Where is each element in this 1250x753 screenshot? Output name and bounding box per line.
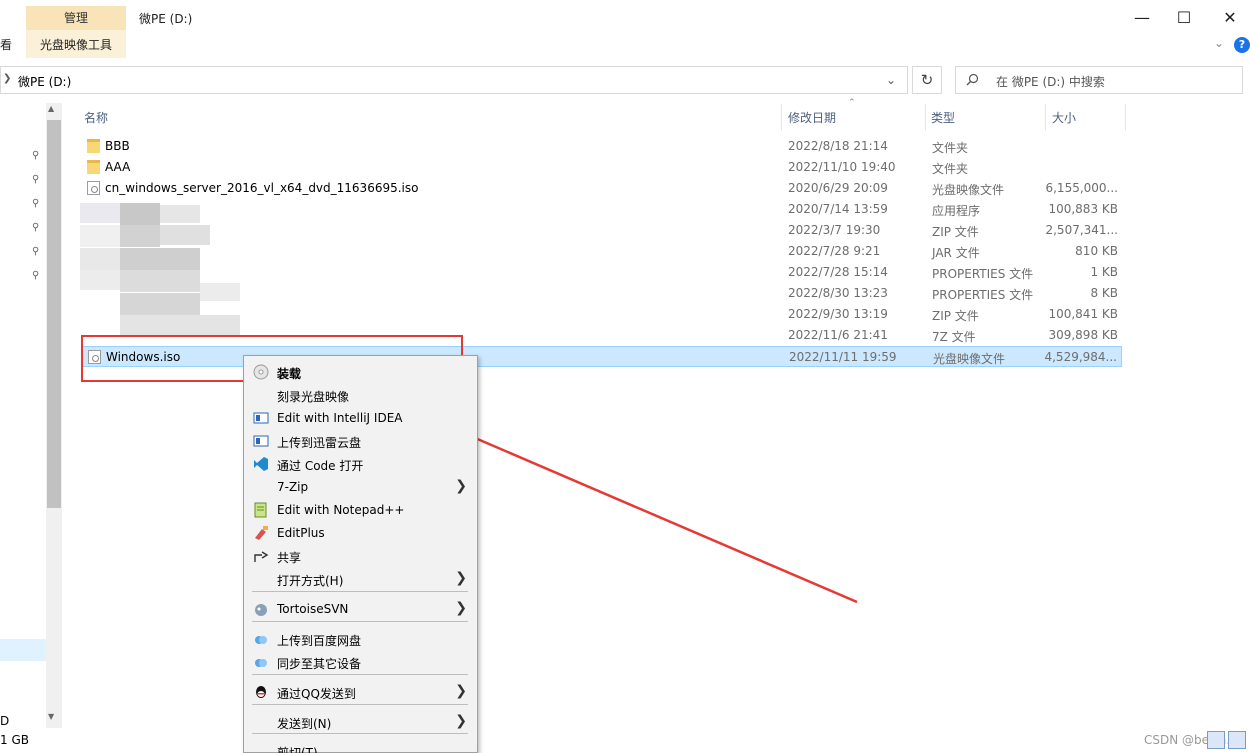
menu-item-label: 装载 — [277, 367, 302, 381]
menu-item[interactable]: Edit with Notepad++ — [244, 499, 477, 521]
menu-item-label: 通过QQ发送到 — [277, 687, 356, 701]
details-view-button[interactable] — [1207, 731, 1225, 749]
menu-item-label: 共享 — [277, 551, 302, 565]
qq-icon — [253, 684, 269, 700]
disc-icon — [253, 364, 269, 380]
menu-item[interactable]: 共享 — [244, 545, 477, 567]
menu-item[interactable]: 7-Zip ❯ — [244, 476, 477, 498]
menu-item-label: 打开方式(H) — [277, 574, 344, 588]
baidu-netdisk-icon — [253, 631, 269, 647]
submenu-arrow-icon: ❯ — [455, 478, 467, 494]
menu-item-label: EditPlus — [277, 526, 325, 540]
menu-item[interactable]: 通过QQ发送到 ❯ — [244, 681, 477, 703]
menu-item-label: 通过 Code 打开 — [277, 459, 364, 473]
menu-item-label: 上传到迅雷云盘 — [277, 436, 362, 450]
menu-separator — [252, 733, 468, 734]
menu-item[interactable]: 刻录光盘映像 — [244, 384, 477, 406]
context-menu: 装载 刻录光盘映像 Edit with IntelliJ IDEA 上传到迅雷云盘 通过… — [243, 355, 478, 753]
annotation-arrow — [322, 372, 858, 604]
menu-item-label: 刻录光盘映像 — [277, 390, 350, 404]
baidu-sync-icon — [253, 654, 269, 670]
vscode-icon — [253, 456, 269, 472]
menu-item[interactable]: 发送到(N) ❯ — [244, 711, 477, 733]
menu-item[interactable]: 剪切(T) — [244, 740, 477, 753]
menu-item[interactable]: 装载 — [244, 361, 477, 383]
menu-item-label: TortoiseSVN — [277, 602, 349, 616]
tortoisesvn-icon — [253, 601, 269, 617]
menu-item-label: 上传到百度网盘 — [277, 634, 362, 648]
menu-item[interactable]: TortoiseSVN ❯ — [244, 598, 477, 620]
submenu-arrow-icon: ❯ — [455, 600, 467, 616]
menu-item[interactable]: Edit with IntelliJ IDEA — [244, 407, 477, 429]
menu-item-label: 剪切(T) — [277, 746, 318, 753]
menu-separator — [252, 591, 468, 592]
menu-separator — [252, 621, 468, 622]
menu-item[interactable]: 上传到百度网盘 — [244, 628, 477, 650]
menu-item[interactable]: 同步至其它设备 — [244, 651, 477, 673]
menu-item[interactable]: EditPlus — [244, 522, 477, 544]
share-icon — [253, 548, 269, 564]
menu-item-label: 发送到(N) — [277, 717, 332, 731]
editplus-icon — [253, 525, 269, 541]
submenu-arrow-icon: ❯ — [455, 683, 467, 699]
large-icons-view-button[interactable] — [1228, 731, 1246, 749]
menu-item-label: 7-Zip — [277, 480, 309, 494]
notepadpp-icon — [253, 502, 269, 518]
menu-item-label: Edit with IntelliJ IDEA — [277, 411, 403, 425]
thunder-cloud-icon — [253, 433, 269, 449]
menu-separator — [252, 674, 468, 675]
intellij-icon — [253, 410, 269, 426]
submenu-arrow-icon: ❯ — [455, 570, 467, 586]
menu-item-label: 同步至其它设备 — [277, 657, 362, 671]
menu-item-label: Edit with Notepad++ — [277, 503, 405, 517]
menu-item[interactable]: 打开方式(H) ❯ — [244, 568, 477, 590]
menu-item[interactable]: 上传到迅雷云盘 — [244, 430, 477, 452]
menu-item[interactable]: 通过 Code 打开 — [244, 453, 477, 475]
menu-separator — [252, 704, 468, 705]
submenu-arrow-icon: ❯ — [455, 713, 467, 729]
